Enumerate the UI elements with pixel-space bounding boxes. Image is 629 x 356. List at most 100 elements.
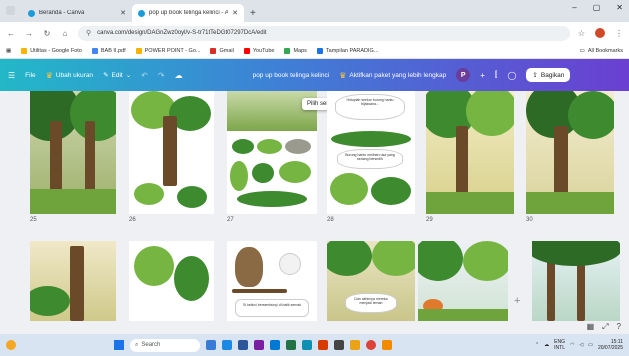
grass-ground [426,192,514,214]
close-window-button[interactable]: ✕ [616,3,623,12]
toolbar-right: P + ⫿ ◯ ⇪ Bagikan [456,68,571,82]
fullscreen-icon[interactable]: ⤢ [602,322,608,332]
page-thumbnail-30[interactable] [526,91,614,214]
battery-icon[interactable]: ▭ [588,342,593,348]
tab-search-icon[interactable] [6,6,15,15]
comment-icon[interactable]: ◯ [507,71,516,80]
bookmark-label: BAB II.pdf [100,48,126,54]
bookmark-label: Gmail [219,48,234,54]
grid-view-icon[interactable]: ▦ [587,322,595,332]
design-canvas[interactable]: 25 26 27 Pilih semua Hiduplah seekor bur… [0,91,629,334]
date-text: 20/07/2025 [597,345,623,351]
new-tab-button[interactable]: + [244,4,262,22]
story-text-bubble: Hiduplah seekor burung hantu bijaksana..… [335,94,405,120]
page-thumbnail-25[interactable] [30,91,116,214]
edge-icon[interactable] [302,340,312,350]
tree-trunk [70,246,84,321]
cloud-sync-icon[interactable]: ☁ [175,71,183,80]
page-thumbnail-32[interactable] [129,241,214,321]
page-thumbnail-36[interactable] [532,241,620,321]
crown-icon: ♛ [339,70,347,80]
bookmark-label: POWER POINT - Go... [144,48,201,54]
taskbar-app-icon[interactable] [286,340,296,350]
hamburger-menu-icon[interactable]: ☰ [8,71,15,80]
taskbar-app-icon[interactable] [334,340,344,350]
design-title[interactable]: pop up book telinga kelinci [253,72,330,79]
home-icon[interactable]: ⌂ [60,29,70,38]
page-thumbnail-29[interactable] [426,91,514,214]
reload-icon[interactable]: ↻ [42,29,52,38]
tab-design[interactable]: pop up book telinga kelinci - A ✕ [132,4,244,22]
edit-label: Edit [111,71,123,79]
taskbar-app-icon[interactable] [318,340,328,350]
redo-icon[interactable]: ↷ [158,71,165,80]
minimize-button[interactable]: – [572,3,576,12]
profile-avatar[interactable] [595,28,605,38]
bookmark-item[interactable]: BAB II.pdf [91,48,126,54]
maximize-button[interactable]: ▢ [593,3,601,12]
page-thumbnail-31[interactable] [30,241,116,321]
page-number: 25 [30,217,37,223]
story-text-bubble: Burung hantu melihat rusa yang sedang be… [337,149,403,169]
close-icon[interactable]: ✕ [120,9,126,17]
taskbar-app-icon[interactable] [270,340,280,350]
add-page-icon[interactable]: + [514,295,520,307]
analytics-icon[interactable]: ⫿ [495,70,498,80]
taskbar-app-icon[interactable] [222,340,232,350]
taskbar-app-icon[interactable] [206,340,216,350]
taskbar-app-icon[interactable] [382,340,392,350]
story-text-bubble: Si kelinci bersembunyi di balik semak [235,299,309,317]
bookmark-item[interactable]: POWER POINT - Go... [135,48,201,54]
upgrade-button[interactable]: ♛ Aktifkan paket yang lebih lengkap [339,71,446,80]
star-icon[interactable]: ☆ [578,29,585,38]
undo-icon[interactable]: ↶ [141,71,148,80]
bookmark-item[interactable]: Utilitas - Google Foto [21,48,82,54]
taskbar-app-icon[interactable] [254,340,264,350]
weather-icon[interactable] [6,340,16,350]
page-number: 29 [426,217,433,223]
page-thumbnail-26[interactable] [129,91,214,214]
taskbar-app-icon[interactable] [238,340,248,350]
back-arrow-icon[interactable]: ← [6,29,16,38]
menu-dots-icon[interactable]: ⋮ [615,29,623,38]
page-thumbnail-34[interactable]: Dan akhirnya mereka menjadi teman [327,241,415,321]
chevron-up-icon[interactable]: ⌃ [535,342,539,348]
bookmark-icon [21,48,28,54]
chrome-icon[interactable] [366,340,376,350]
bush [330,173,368,205]
page-thumbnail-28[interactable]: Hiduplah seekor burung hantu bijaksana..… [327,91,415,214]
clock[interactable]: 15:11 20/07/2025 [598,339,623,351]
help-icon[interactable]: ? [617,322,621,332]
bookmark-item[interactable]: Gmail [210,48,234,54]
file-menu[interactable]: File [25,72,35,79]
tab-beranda[interactable]: Beranda - Canva ✕ [22,4,132,22]
bookmark-item[interactable]: Tampilan PARADIG... [316,48,378,54]
taskbar-search[interactable]: ⌕ Search [130,338,200,352]
edit-menu[interactable]: ✎ Edit ⌄ [103,71,131,80]
page-thumbnail-33[interactable]: Si kelinci bersembunyi di balik semak [227,241,317,321]
windows-start-icon[interactable] [114,340,124,350]
canva-favicon-icon [138,9,145,17]
close-icon[interactable]: ✕ [232,9,238,17]
site-info-icon[interactable]: ⚲ [86,29,91,37]
add-collaborator-icon[interactable]: + [480,71,485,80]
bookmark-item[interactable]: Maps [284,48,307,54]
all-bookmarks-button[interactable]: ▭ All Bookmarks [580,48,623,54]
resize-button[interactable]: ♛ Ubah ukuran [46,71,93,80]
wifi-icon[interactable]: ◠ [570,342,574,348]
bush [177,186,207,208]
bookmark-item[interactable]: YouTube [243,48,274,54]
cloud-icon[interactable]: ☁ [544,342,549,348]
bookmark-icon [91,48,98,54]
user-avatar[interactable]: P [456,68,471,82]
rock [285,139,311,154]
volume-icon[interactable]: ◁ [579,342,583,348]
page-thumbnail-35[interactable] [418,241,508,321]
tree-trunk [554,126,568,196]
language-indicator[interactable]: ENG INTL [554,339,565,351]
taskbar-app-icon[interactable] [350,340,360,350]
url-field[interactable]: ⚲ canva.com/design/DAGnZwz0oyl/v-S-tr71t… [78,25,570,41]
apps-grid-icon[interactable]: ▦ [6,48,11,54]
forward-arrow-icon[interactable]: → [24,29,34,38]
share-button[interactable]: ⇪ Bagikan [526,68,571,82]
